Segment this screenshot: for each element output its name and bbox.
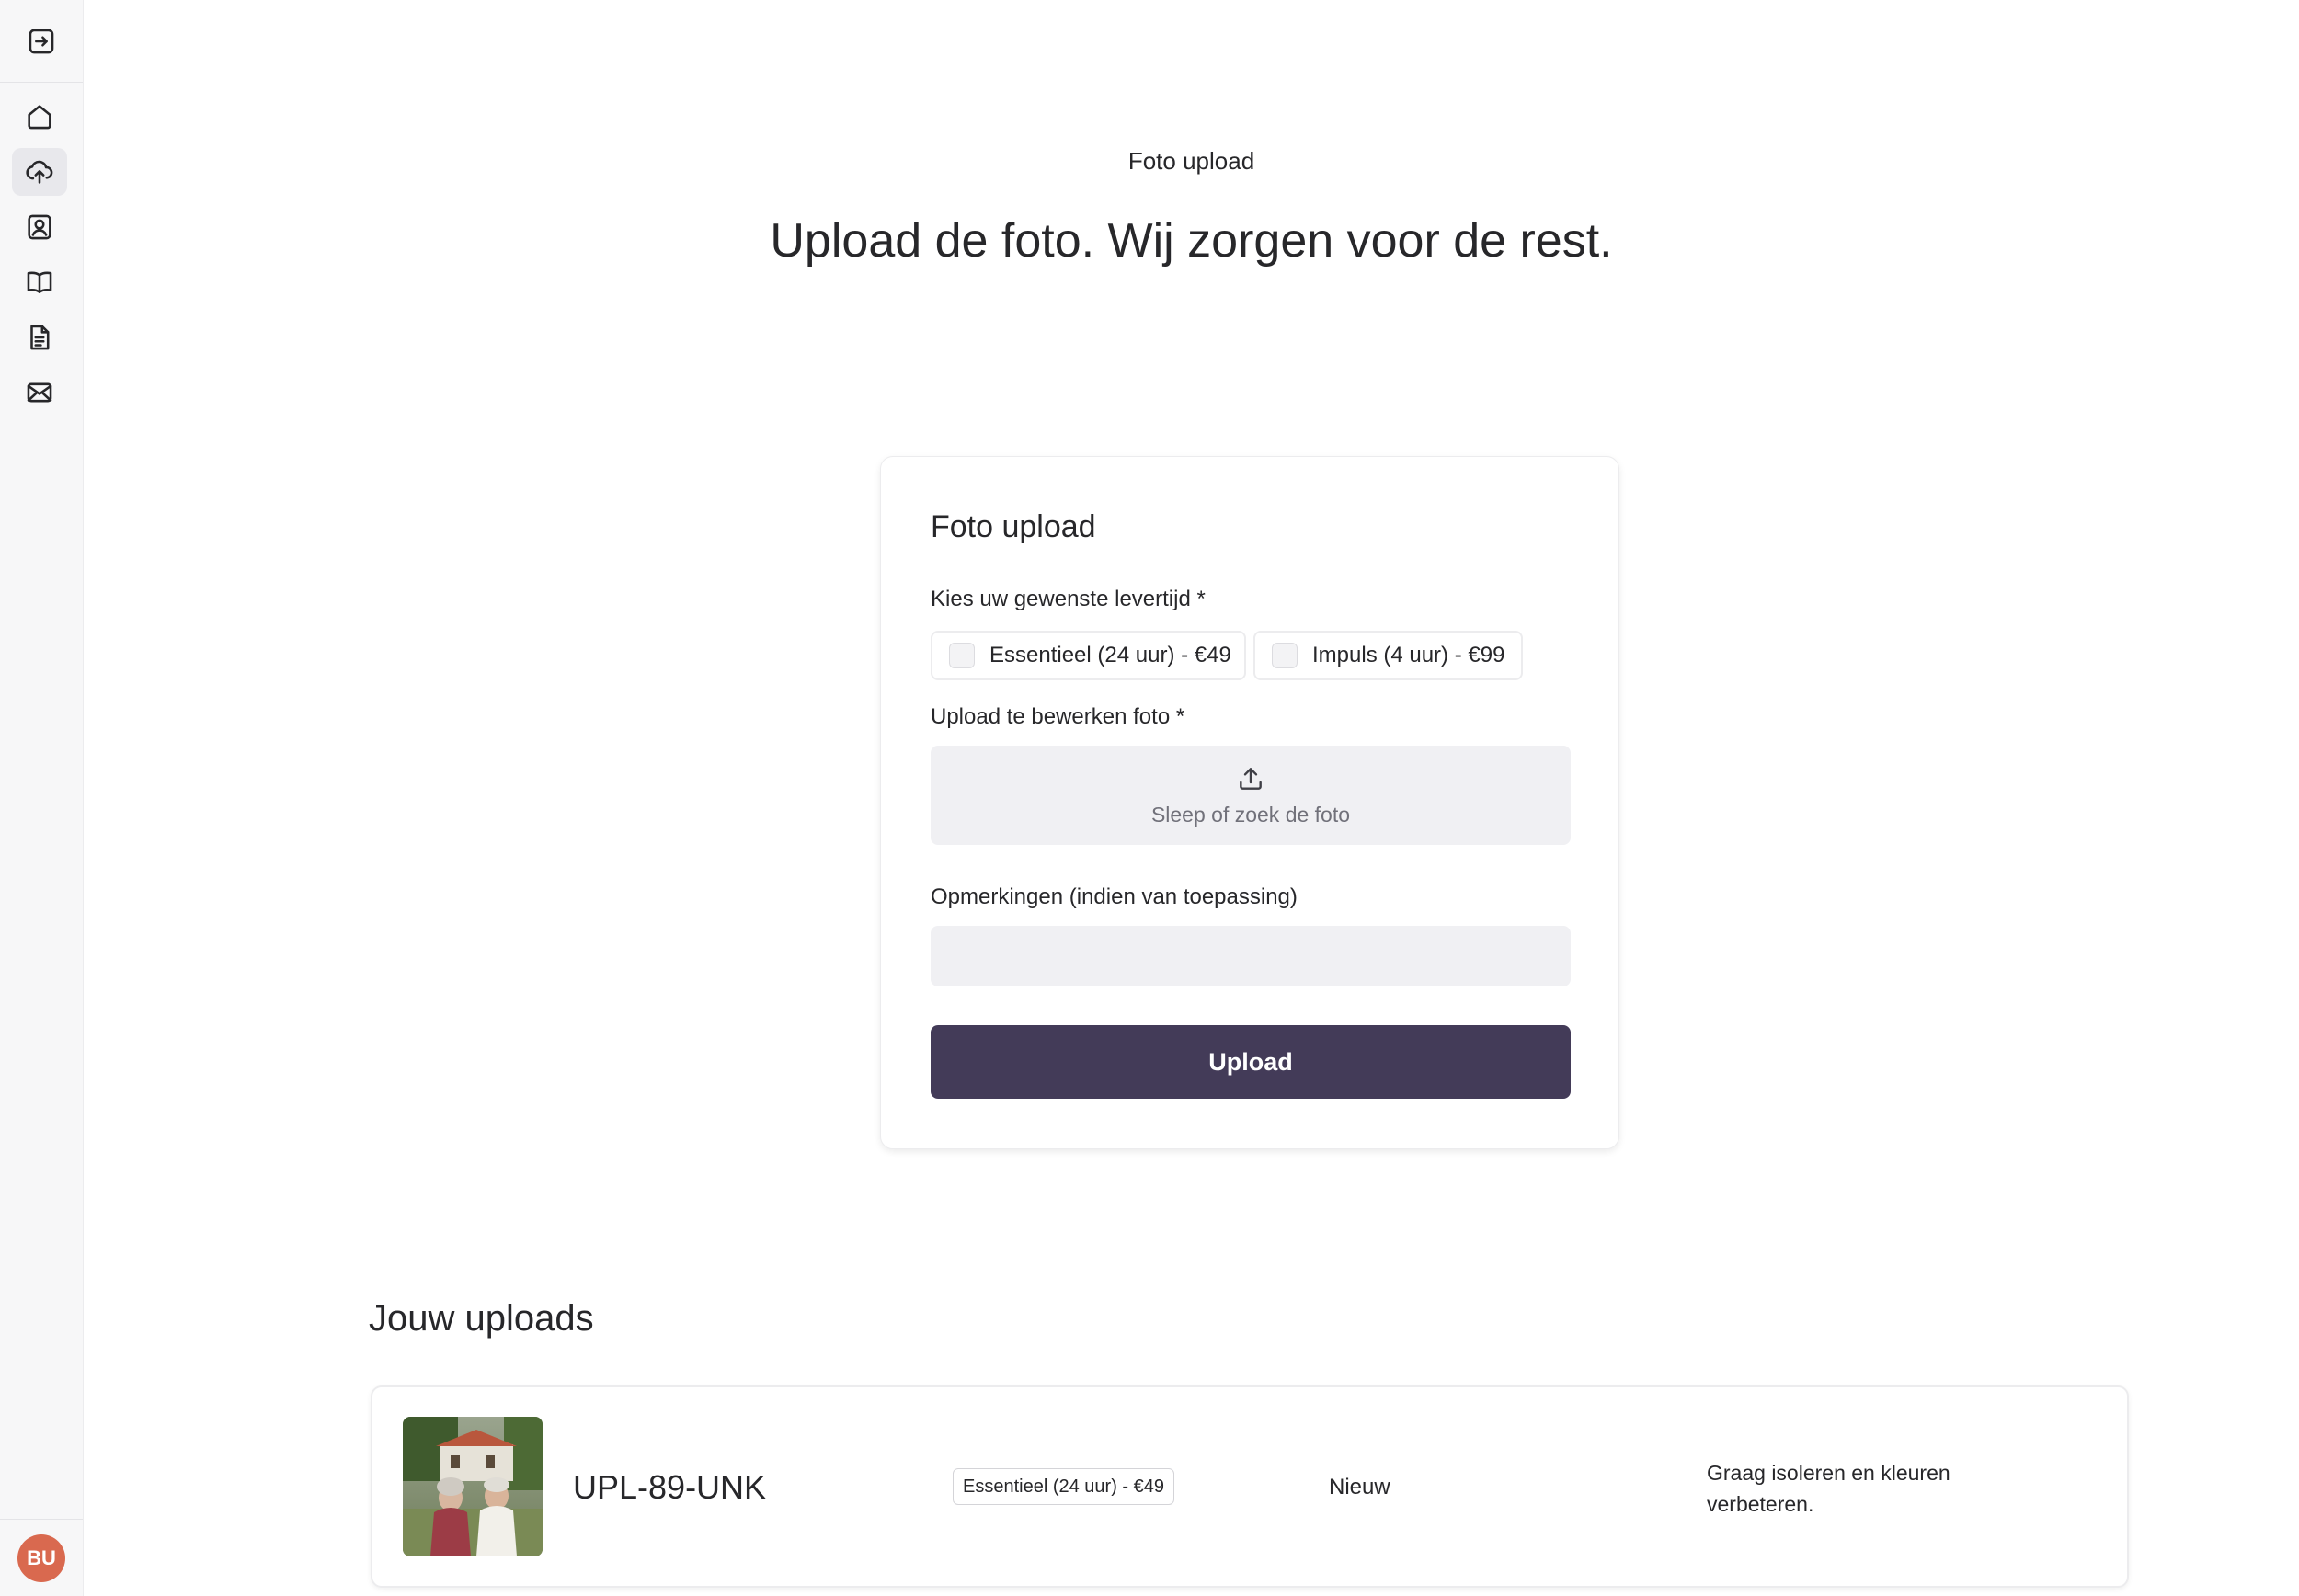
sidebar-item-profile[interactable] (12, 203, 67, 251)
page-eyebrow: Foto upload (1127, 147, 1255, 175)
upload-option-badge: Essentieel (24 uur) - €49 (953, 1468, 1175, 1505)
sidebar-item-messages[interactable] (12, 369, 67, 416)
photo-upload-label: Upload te bewerken foto * (931, 704, 1185, 729)
sidebar-item-upload[interactable] (12, 148, 67, 196)
upload-form-card: Foto upload Kies uw gewenste levertijd *… (880, 456, 1619, 1149)
form-title: Foto upload (931, 509, 1096, 544)
page-title: Upload de foto. Wij zorgen voor de rest. (770, 214, 1613, 268)
dropzone-text: Sleep of zoek de foto (1150, 802, 1351, 826)
option-impuls-label: Impuls (4 uur) - €99 (1312, 643, 1505, 667)
upload-note: Graag isoleren en kleuren verbeteren. (1707, 1461, 1950, 1516)
document-icon (30, 325, 50, 350)
upload-button[interactable]: Upload (931, 1025, 1571, 1099)
user-card-icon (28, 214, 51, 240)
upload-status: Nieuw (1329, 1475, 1390, 1499)
sidebar: BU (0, 0, 84, 1596)
home-icon (28, 105, 51, 130)
sidebar-footer: BU (0, 1519, 83, 1596)
upload-row[interactable]: UPL-89-UNK Essentieel (24 uur) - €49 Nie… (371, 1385, 2129, 1588)
remarks-field[interactable] (931, 926, 1571, 986)
avatar[interactable]: BU (17, 1533, 65, 1582)
remarks-label: Opmerkingen (indien van toepassing) (931, 884, 1298, 909)
option-essentieel[interactable]: Essentieel (24 uur) - €49 (931, 631, 1246, 680)
login-arrow-icon (29, 28, 54, 53)
photo-dropzone[interactable]: Sleep of zoek de foto (931, 746, 1571, 845)
delivery-time-label: Kies uw gewenste levertijd * (931, 587, 1206, 611)
option-impuls[interactable]: Impuls (4 uur) - €99 (1253, 631, 1523, 680)
sidebar-toggle-button[interactable] (0, 0, 83, 83)
option-essentieel-checkbox[interactable] (949, 643, 975, 668)
photo-thumbnail-image (403, 1417, 543, 1556)
upload-icon (1240, 767, 1262, 790)
mail-icon (27, 382, 52, 403)
upload-code: UPL-89-UNK (573, 1468, 767, 1506)
book-icon (27, 271, 52, 293)
option-essentieel-label: Essentieel (24 uur) - €49 (989, 643, 1231, 667)
sidebar-item-guide[interactable] (12, 258, 67, 306)
cloud-upload-icon (26, 160, 53, 184)
upload-thumbnail (403, 1417, 543, 1556)
option-impuls-checkbox[interactable] (1272, 643, 1298, 668)
sidebar-item-home[interactable] (12, 93, 67, 141)
sidebar-item-documents[interactable] (12, 314, 67, 361)
uploads-title: Jouw uploads (369, 1298, 594, 1339)
